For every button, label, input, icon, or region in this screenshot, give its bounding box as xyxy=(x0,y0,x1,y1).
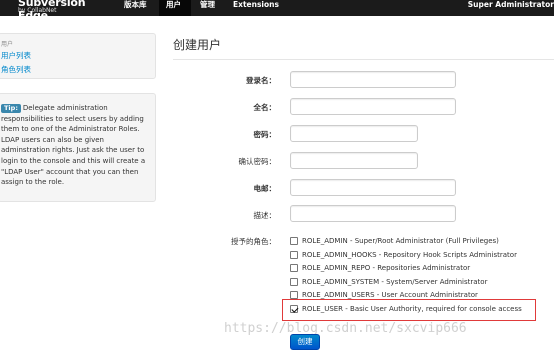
confirm-password-input[interactable] xyxy=(290,152,418,169)
confirm-password-label: 确认密码： xyxy=(238,157,277,166)
sidebar-item-role-list[interactable]: 角色列表 xyxy=(1,64,31,75)
top-navbar: Subversion Edge by CollabNet 版本库 用户 管理 E… xyxy=(0,0,554,22)
tip-box: Tip: Delegate administration responsibili… xyxy=(0,93,156,202)
tip-text: Delegate administration responsibilities… xyxy=(1,104,146,187)
sidebar-item-user-list[interactable]: 用户列表 xyxy=(1,50,31,61)
sidebar-header: 用户 xyxy=(1,41,14,48)
role-admin-system-label: ROLE_ADMIN_SYSTEM - System/Server Admini… xyxy=(302,278,488,286)
role-admin-repo-label: ROLE_ADMIN_REPO - Repositories Administr… xyxy=(302,264,471,272)
email-label: 电邮： xyxy=(253,184,277,193)
page-title: 创建用户 xyxy=(173,38,222,52)
title-divider xyxy=(173,59,554,60)
password-label: 密码： xyxy=(253,130,277,139)
role-admin-hooks-checkbox[interactable] xyxy=(290,251,298,259)
fullname-label: 全名： xyxy=(253,103,277,112)
fullname-input[interactable] xyxy=(290,98,456,115)
role-admin-users-checkbox[interactable] xyxy=(290,291,298,299)
nav-extensions[interactable]: Extensions xyxy=(227,0,279,16)
create-button[interactable]: 创建 xyxy=(290,334,320,350)
username-label: 登录名： xyxy=(246,76,276,85)
nav-repositories[interactable]: 版本库 xyxy=(118,0,156,16)
watermark: https://blog.csdn.net/sxcvip666 xyxy=(224,321,467,336)
nav-admin[interactable]: 管理 xyxy=(194,0,224,16)
role-admin-checkbox[interactable] xyxy=(290,237,298,245)
nav-users[interactable]: 用户 xyxy=(159,0,191,16)
role-admin-repo-checkbox[interactable] xyxy=(290,264,298,272)
roles-label: 授予的角色： xyxy=(231,237,276,246)
role-admin-label: ROLE_ADMIN - Super/Root Administrator (F… xyxy=(302,237,499,245)
email-input[interactable] xyxy=(290,179,456,196)
description-input[interactable] xyxy=(290,205,456,222)
subversion-edge-logo[interactable]: Subversion Edge by CollabNet xyxy=(0,0,112,22)
description-label: 描述： xyxy=(253,211,277,220)
role-admin-hooks-label: ROLE_ADMIN_HOOKS - Repository Hook Scrip… xyxy=(302,251,517,259)
user-menu[interactable]: Super Administrator xyxy=(468,0,554,16)
tip-content: Tip: Delegate administration responsibili… xyxy=(1,103,151,188)
logo-byline: by CollabNet xyxy=(18,7,57,14)
tip-badge: Tip: xyxy=(1,104,21,113)
sidebar-nav: 用户 用户列表 角色列表 xyxy=(0,33,156,79)
password-input[interactable] xyxy=(290,125,418,142)
role-admin-system-checkbox[interactable] xyxy=(290,278,298,286)
annotation-highlight-box xyxy=(282,299,536,321)
username-input[interactable] xyxy=(290,71,456,88)
